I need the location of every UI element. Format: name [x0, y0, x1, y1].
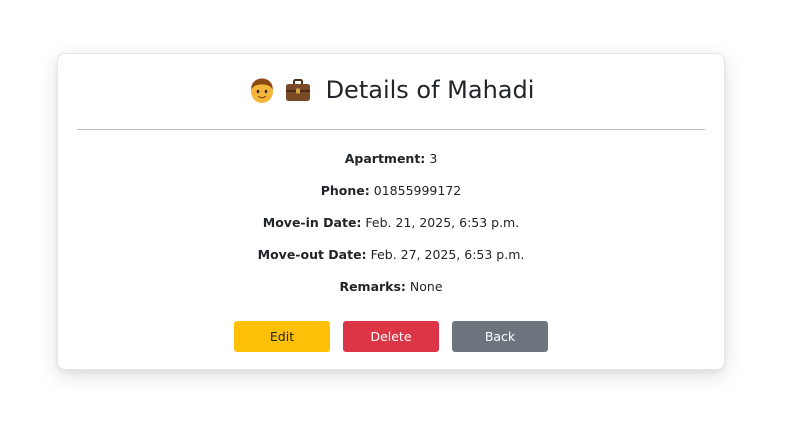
boy-face-icon [248, 76, 276, 104]
page-header: Details of Mahadi [58, 72, 724, 108]
move-in-date-value: Feb. 21, 2025, 6:53 p.m. [365, 214, 520, 230]
phone-value: 01855999172 [373, 182, 462, 198]
apartment-value: 3 [429, 150, 438, 166]
remarks-value: None [409, 278, 443, 294]
details-list: Apartment: 3 Phone: 01855999172 Move-in … [58, 142, 724, 302]
details-card: Details of Mahadi Apartment: 3 Phone: 01… [57, 53, 725, 370]
divider [77, 129, 705, 130]
move-out-date-row: Move-out Date: Feb. 27, 2025, 6:53 p.m. [58, 238, 724, 270]
action-buttons: Edit Delete Back [58, 321, 724, 352]
move-in-date-row: Move-in Date: Feb. 21, 2025, 6:53 p.m. [58, 206, 724, 238]
delete-button[interactable]: Delete [343, 321, 439, 352]
page-title: Details of Mahadi [325, 76, 535, 104]
remarks-row: Remarks: None [58, 270, 724, 302]
back-button[interactable]: Back [452, 321, 548, 352]
edit-button[interactable]: Edit [234, 321, 330, 352]
move-out-date-label: Move-out Date: [257, 246, 367, 262]
remarks-label: Remarks: [339, 278, 406, 294]
briefcase-icon [284, 76, 312, 104]
apartment-label: Apartment: [344, 150, 426, 166]
move-out-date-value: Feb. 27, 2025, 6:53 p.m. [370, 246, 525, 262]
apartment-row: Apartment: 3 [58, 142, 724, 174]
phone-label: Phone: [320, 182, 370, 198]
phone-row: Phone: 01855999172 [58, 174, 724, 206]
move-in-date-label: Move-in Date: [262, 214, 362, 230]
